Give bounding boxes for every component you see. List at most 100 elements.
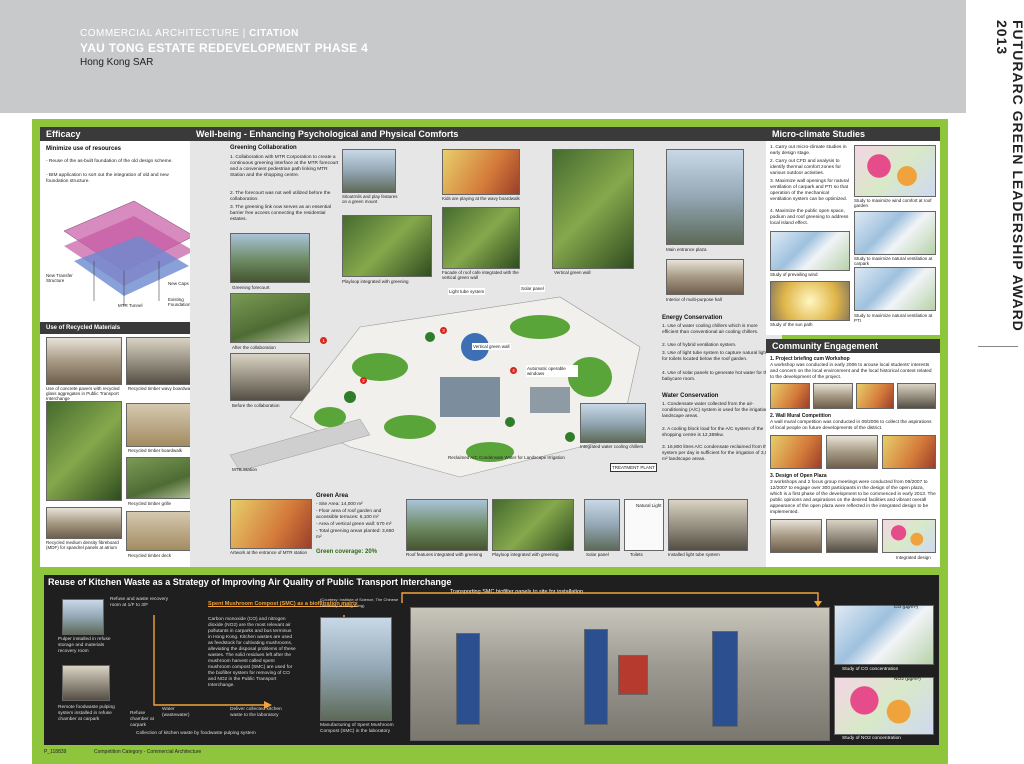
carpark-vent-map xyxy=(854,211,936,255)
cap-hall: Interior of multi-purpose hall xyxy=(666,297,722,302)
footer-code: P_118839 xyxy=(44,749,67,755)
cap-green-wall: Vertical green wall xyxy=(554,270,591,275)
separator: | xyxy=(242,28,246,39)
cap-roof-features: Roof features integrated with greening xyxy=(406,552,483,557)
community-s2: 2. Wall Mural Competition xyxy=(770,413,831,419)
cap-toilets: Toilets xyxy=(630,552,643,557)
photo-kids xyxy=(442,149,520,195)
efficacy-text-2: - BIM application to sort out the integr… xyxy=(46,173,169,184)
micro-heading: Micro-climate Studies xyxy=(766,127,940,141)
project-location: Hong Kong SAR xyxy=(80,57,154,68)
photo-chillers xyxy=(580,403,646,443)
plan-reclaimed: Reclaimed A/C Condensate Water for Lands… xyxy=(448,455,565,460)
micro-item-3: 3. Maximize wall openings for natural ve… xyxy=(770,179,849,202)
kitchen-heading: Reuse of Kitchen Waste as a Strategy of … xyxy=(48,577,452,587)
photo-workshop-2 xyxy=(813,383,853,409)
photo-light-tube xyxy=(668,499,748,551)
poster-board: Efficacy Minimize use of resources - Reu… xyxy=(32,119,948,764)
community-s1: 1. Project briefing cum Workshop xyxy=(770,356,850,362)
plan-chillers: Integrated water cooling chillers xyxy=(580,444,644,449)
univ-credit: (Courtesy: Institute of Science, The Chi… xyxy=(320,597,399,608)
cap-pti: Study to maximize natural ventilation at… xyxy=(854,313,933,323)
foundation-bim-diagram xyxy=(63,200,195,306)
manufacture-caption: Manufacturing of Spent Mushroom Compost … xyxy=(320,723,394,734)
greening-item-1: 1. Collaboration with MTR Corporation to… xyxy=(230,155,339,178)
efficacy-heading: Efficacy xyxy=(40,127,206,141)
smc-text: Carbon monoxide (CO) and nitrogen dioxid… xyxy=(208,617,296,688)
cap-light-tube: Installed light tube system xyxy=(668,552,720,557)
plan-marker-4: 4 xyxy=(510,367,517,374)
prevailing-wind-map xyxy=(770,231,850,271)
community-heading: Community Engagement xyxy=(766,339,940,353)
photo-grille xyxy=(126,457,200,499)
photo-green-mount xyxy=(342,149,396,193)
cap-grille: Recycled timber grille xyxy=(128,501,172,506)
photo-deck xyxy=(126,511,200,551)
plan-windows: Automatic operable windows xyxy=(526,365,578,377)
label-mtr-tunnel: MTR Tunnel xyxy=(118,303,143,308)
photo-pavers xyxy=(46,337,122,385)
cap-wavy: Recycled timber wavy boardwalk xyxy=(128,386,194,391)
efficacy-panel: Efficacy Minimize use of resources - Reu… xyxy=(40,127,206,567)
biofilter-column-3 xyxy=(712,631,738,727)
greening-item-3: 3. The greening link now serves as an es… xyxy=(230,205,331,222)
green-coverage: Green coverage: 20% xyxy=(316,549,378,555)
wellbeing-heading: Well-being - Enhancing Psychological and… xyxy=(190,127,782,141)
biofilter-column-2 xyxy=(584,629,608,725)
cap-natural-light: Natural Light xyxy=(636,503,662,508)
cap-boardwalk: Recycled timber boardwalk xyxy=(128,448,183,453)
photo-entrance xyxy=(666,149,744,245)
cap-entrance: Main entrance plaza xyxy=(666,247,707,252)
no2-study-map xyxy=(834,677,934,735)
photo-wavy-boardwalk xyxy=(126,337,200,385)
cap-artwork: Artwork at the entrance of MTR station xyxy=(230,550,308,555)
photo-escalator xyxy=(46,401,122,501)
community-panel: Community Engagement 1. Project briefing… xyxy=(766,339,940,567)
community-t2: A wall mural competition was conducted i… xyxy=(770,420,932,431)
co-unit: CO (μg/m³) xyxy=(894,605,919,610)
no2-unit: NO2 (μg/m³) xyxy=(894,677,921,682)
green-item-2: - Floor area of roof garden and accessib… xyxy=(316,509,382,520)
plan-marker-2: 2 xyxy=(360,377,367,384)
label-new-transfer: New Transfer Structure xyxy=(46,273,73,283)
plan-mtr: MTR Station xyxy=(232,467,258,472)
efficacy-sub: Minimize use of resources xyxy=(46,146,122,152)
water-item-1: 1. Condensate water collected from the a… xyxy=(662,402,774,419)
photo-pulper xyxy=(62,599,104,635)
green-item-4: - Total greening areas planted: 3,650 m² xyxy=(316,529,395,540)
transport-arrow xyxy=(401,592,822,607)
plan-green-wall: Vertical green wall xyxy=(472,343,511,350)
plan-marker-3: 3 xyxy=(440,327,447,334)
cap-playloop-2: Playloop integrated with greening xyxy=(492,552,559,557)
efficacy-text-1: - Reuse of the as-built foundation of th… xyxy=(46,159,173,164)
community-t3: 3 workshops and 2 focus group meetings w… xyxy=(770,480,936,515)
integrated-design-map xyxy=(882,519,936,553)
micro-item-2: 2. Carry out CFD and analysis to identif… xyxy=(770,159,841,176)
cap-deck: Recycled timber deck xyxy=(128,553,172,558)
category: COMMERCIAL ARCHITECTURE xyxy=(80,28,240,39)
green-item-1: - Site Area: 14,000 m² xyxy=(316,502,363,507)
pti-vent-map xyxy=(854,267,936,311)
photo-solar xyxy=(584,499,620,551)
cap-green-mount: Sitoutrnils and play features on a green… xyxy=(342,194,398,204)
greening-sub: Greening Collaboration xyxy=(230,145,297,151)
energy-item-4: 4. Use of solar panels to generate hot w… xyxy=(662,371,770,382)
green-area-sub: Green Area xyxy=(316,493,349,499)
photo-green-wall xyxy=(552,149,634,269)
recycled-heading: Use of Recycled Materials xyxy=(46,325,121,331)
photo-hall xyxy=(666,259,744,295)
cap-integrated: Integrated design xyxy=(896,555,931,560)
photo-workshop-1 xyxy=(770,383,810,409)
biofilter-column-1 xyxy=(456,633,480,725)
photo-smc-lab xyxy=(320,617,392,721)
greening-item-2: 2. The forecourt was not well utilized b… xyxy=(230,191,331,202)
photo-roof-features xyxy=(406,499,488,551)
plan-marker-1: 1 xyxy=(320,337,327,344)
no2-caption: Study of NO2 concentration xyxy=(842,736,901,741)
wind-study-map xyxy=(854,145,936,197)
kitchen-waste-panel: Reuse of Kitchen Waste as a Strategy of … xyxy=(44,575,939,745)
category-line: COMMERCIAL ARCHITECTURE | CITATION xyxy=(80,28,299,39)
project-title: YAU TONG ESTATE REDEVELOPMENT PHASE 4 xyxy=(80,41,369,55)
poster-header: COMMERCIAL ARCHITECTURE | CITATION YAU T… xyxy=(0,0,966,113)
cap-carpark: Study to maximize natural ventilation at… xyxy=(854,256,933,266)
